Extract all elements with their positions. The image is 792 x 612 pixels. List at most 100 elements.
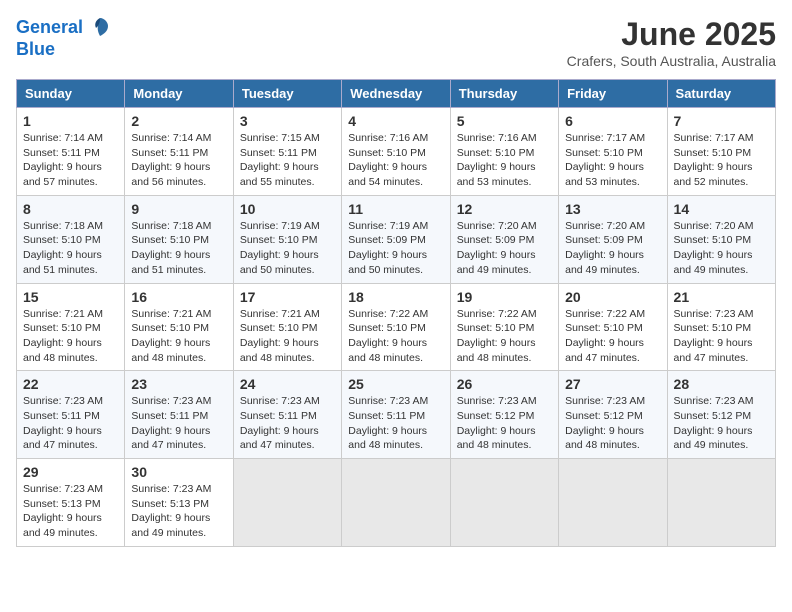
- calendar-cell: 26 Sunrise: 7:23 AMSunset: 5:12 PMDayligh…: [450, 371, 558, 459]
- day-number: 22: [23, 376, 118, 392]
- calendar-cell: 6 Sunrise: 7:17 AMSunset: 5:10 PMDaylight…: [559, 108, 667, 196]
- calendar-week-5: 29 Sunrise: 7:23 AMSunset: 5:13 PMDayligh…: [17, 459, 776, 547]
- calendar-week-3: 15 Sunrise: 7:21 AMSunset: 5:10 PMDayligh…: [17, 283, 776, 371]
- calendar-cell: 19 Sunrise: 7:22 AMSunset: 5:10 PMDayligh…: [450, 283, 558, 371]
- logo: General Blue: [16, 16, 110, 60]
- day-number: 24: [240, 376, 335, 392]
- day-info: Sunrise: 7:17 AMSunset: 5:10 PMDaylight:…: [565, 131, 660, 190]
- col-sunday: Sunday: [17, 80, 125, 108]
- calendar-cell: 7Sunrise: 7:17 AMSunset: 5:10 PMDaylight…: [667, 108, 775, 196]
- day-info: Sunrise: 7:19 AMSunset: 5:09 PMDaylight:…: [348, 219, 443, 278]
- day-info: Sunrise: 7:14 AMSunset: 5:11 PMDaylight:…: [23, 131, 118, 190]
- day-number: 17: [240, 289, 335, 305]
- day-number: 12: [457, 201, 552, 217]
- calendar-cell: 13 Sunrise: 7:20 AMSunset: 5:09 PMDayligh…: [559, 195, 667, 283]
- day-info: Sunrise: 7:23 AMSunset: 5:13 PMDaylight:…: [23, 482, 118, 541]
- day-info: Sunrise: 7:14 AMSunset: 5:11 PMDaylight:…: [131, 131, 226, 190]
- location-subtitle: Crafers, South Australia, Australia: [567, 53, 776, 69]
- day-info: Sunrise: 7:23 AMSunset: 5:11 PMDaylight:…: [23, 394, 118, 453]
- calendar-table: Sunday Monday Tuesday Wednesday Thursday…: [16, 79, 776, 547]
- calendar-cell: [233, 459, 341, 547]
- day-number: 18: [348, 289, 443, 305]
- col-friday: Friday: [559, 80, 667, 108]
- day-number: 30: [131, 464, 226, 480]
- calendar-cell: [667, 459, 775, 547]
- logo-bird-icon: [90, 16, 110, 40]
- day-info: Sunrise: 7:16 AMSunset: 5:10 PMDaylight:…: [457, 131, 552, 190]
- logo-text: General: [16, 16, 110, 40]
- day-info: Sunrise: 7:18 AMSunset: 5:10 PMDaylight:…: [23, 219, 118, 278]
- day-info: Sunrise: 7:16 AMSunset: 5:10 PMDaylight:…: [348, 131, 443, 190]
- calendar-week-1: 1 Sunrise: 7:14 AMSunset: 5:11 PMDaylight…: [17, 108, 776, 196]
- day-number: 5: [457, 113, 552, 129]
- day-info: Sunrise: 7:18 AMSunset: 5:10 PMDaylight:…: [131, 219, 226, 278]
- calendar-cell: 28 Sunrise: 7:23 AMSunset: 5:12 PMDayligh…: [667, 371, 775, 459]
- day-number: 2: [131, 113, 226, 129]
- calendar-cell: 27 Sunrise: 7:23 AMSunset: 5:12 PMDayligh…: [559, 371, 667, 459]
- calendar-cell: 21Sunrise: 7:23 AMSunset: 5:10 PMDayligh…: [667, 283, 775, 371]
- day-number: 26: [457, 376, 552, 392]
- day-number: 6: [565, 113, 660, 129]
- day-number: 8: [23, 201, 118, 217]
- calendar-cell: 30Sunrise: 7:23 AMSunset: 5:13 PMDayligh…: [125, 459, 233, 547]
- day-number: 16: [131, 289, 226, 305]
- day-info: Sunrise: 7:22 AMSunset: 5:10 PMDaylight:…: [457, 307, 552, 366]
- calendar-week-4: 22 Sunrise: 7:23 AMSunset: 5:11 PMDayligh…: [17, 371, 776, 459]
- calendar-cell: 18Sunrise: 7:22 AMSunset: 5:10 PMDayligh…: [342, 283, 450, 371]
- day-info: Sunrise: 7:23 AMSunset: 5:12 PMDaylight:…: [457, 394, 552, 453]
- calendar-cell: 22 Sunrise: 7:23 AMSunset: 5:11 PMDayligh…: [17, 371, 125, 459]
- calendar-cell: 2 Sunrise: 7:14 AMSunset: 5:11 PMDaylight…: [125, 108, 233, 196]
- day-number: 9: [131, 201, 226, 217]
- calendar-cell: 11 Sunrise: 7:19 AMSunset: 5:09 PMDayligh…: [342, 195, 450, 283]
- page-header: General Blue June 2025 Crafers, South Au…: [16, 16, 776, 69]
- calendar-cell: 4Sunrise: 7:16 AMSunset: 5:10 PMDaylight…: [342, 108, 450, 196]
- calendar-cell: 24 Sunrise: 7:23 AMSunset: 5:11 PMDayligh…: [233, 371, 341, 459]
- calendar-cell: 3Sunrise: 7:15 AMSunset: 5:11 PMDaylight…: [233, 108, 341, 196]
- day-info: Sunrise: 7:23 AMSunset: 5:11 PMDaylight:…: [240, 394, 335, 453]
- day-info: Sunrise: 7:21 AMSunset: 5:10 PMDaylight:…: [131, 307, 226, 366]
- day-number: 11: [348, 201, 443, 217]
- calendar-cell: [450, 459, 558, 547]
- logo-line1: General: [16, 17, 83, 37]
- col-tuesday: Tuesday: [233, 80, 341, 108]
- calendar-cell: 8 Sunrise: 7:18 AMSunset: 5:10 PMDaylight…: [17, 195, 125, 283]
- day-info: Sunrise: 7:23 AMSunset: 5:12 PMDaylight:…: [674, 394, 769, 453]
- calendar-cell: 10 Sunrise: 7:19 AMSunset: 5:10 PMDayligh…: [233, 195, 341, 283]
- calendar-cell: [342, 459, 450, 547]
- calendar-cell: 23Sunrise: 7:23 AMSunset: 5:11 PMDayligh…: [125, 371, 233, 459]
- calendar-week-2: 8 Sunrise: 7:18 AMSunset: 5:10 PMDaylight…: [17, 195, 776, 283]
- day-number: 19: [457, 289, 552, 305]
- day-number: 15: [23, 289, 118, 305]
- day-info: Sunrise: 7:21 AMSunset: 5:10 PMDaylight:…: [240, 307, 335, 366]
- calendar-cell: 17 Sunrise: 7:21 AMSunset: 5:10 PMDayligh…: [233, 283, 341, 371]
- calendar-cell: 20Sunrise: 7:22 AMSunset: 5:10 PMDayligh…: [559, 283, 667, 371]
- day-info: Sunrise: 7:20 AMSunset: 5:09 PMDaylight:…: [565, 219, 660, 278]
- day-info: Sunrise: 7:17 AMSunset: 5:10 PMDaylight:…: [674, 131, 769, 190]
- col-thursday: Thursday: [450, 80, 558, 108]
- day-info: Sunrise: 7:20 AMSunset: 5:09 PMDaylight:…: [457, 219, 552, 278]
- day-info: Sunrise: 7:23 AMSunset: 5:11 PMDaylight:…: [131, 394, 226, 453]
- day-info: Sunrise: 7:19 AMSunset: 5:10 PMDaylight:…: [240, 219, 335, 278]
- day-number: 28: [674, 376, 769, 392]
- calendar-cell: 16 Sunrise: 7:21 AMSunset: 5:10 PMDayligh…: [125, 283, 233, 371]
- day-info: Sunrise: 7:23 AMSunset: 5:12 PMDaylight:…: [565, 394, 660, 453]
- col-wednesday: Wednesday: [342, 80, 450, 108]
- calendar-cell: 15Sunrise: 7:21 AMSunset: 5:10 PMDayligh…: [17, 283, 125, 371]
- day-number: 21: [674, 289, 769, 305]
- day-info: Sunrise: 7:15 AMSunset: 5:11 PMDaylight:…: [240, 131, 335, 190]
- day-number: 27: [565, 376, 660, 392]
- day-number: 29: [23, 464, 118, 480]
- calendar-cell: 12 Sunrise: 7:20 AMSunset: 5:09 PMDayligh…: [450, 195, 558, 283]
- calendar-cell: [559, 459, 667, 547]
- title-area: June 2025 Crafers, South Australia, Aust…: [567, 16, 776, 69]
- day-info: Sunrise: 7:22 AMSunset: 5:10 PMDaylight:…: [565, 307, 660, 366]
- day-number: 25: [348, 376, 443, 392]
- calendar-cell: 9 Sunrise: 7:18 AMSunset: 5:10 PMDaylight…: [125, 195, 233, 283]
- calendar-cell: 25Sunrise: 7:23 AMSunset: 5:11 PMDayligh…: [342, 371, 450, 459]
- day-number: 10: [240, 201, 335, 217]
- day-number: 1: [23, 113, 118, 129]
- calendar-header-row: Sunday Monday Tuesday Wednesday Thursday…: [17, 80, 776, 108]
- calendar-cell: 5 Sunrise: 7:16 AMSunset: 5:10 PMDaylight…: [450, 108, 558, 196]
- day-number: 13: [565, 201, 660, 217]
- calendar-cell: 29 Sunrise: 7:23 AMSunset: 5:13 PMDayligh…: [17, 459, 125, 547]
